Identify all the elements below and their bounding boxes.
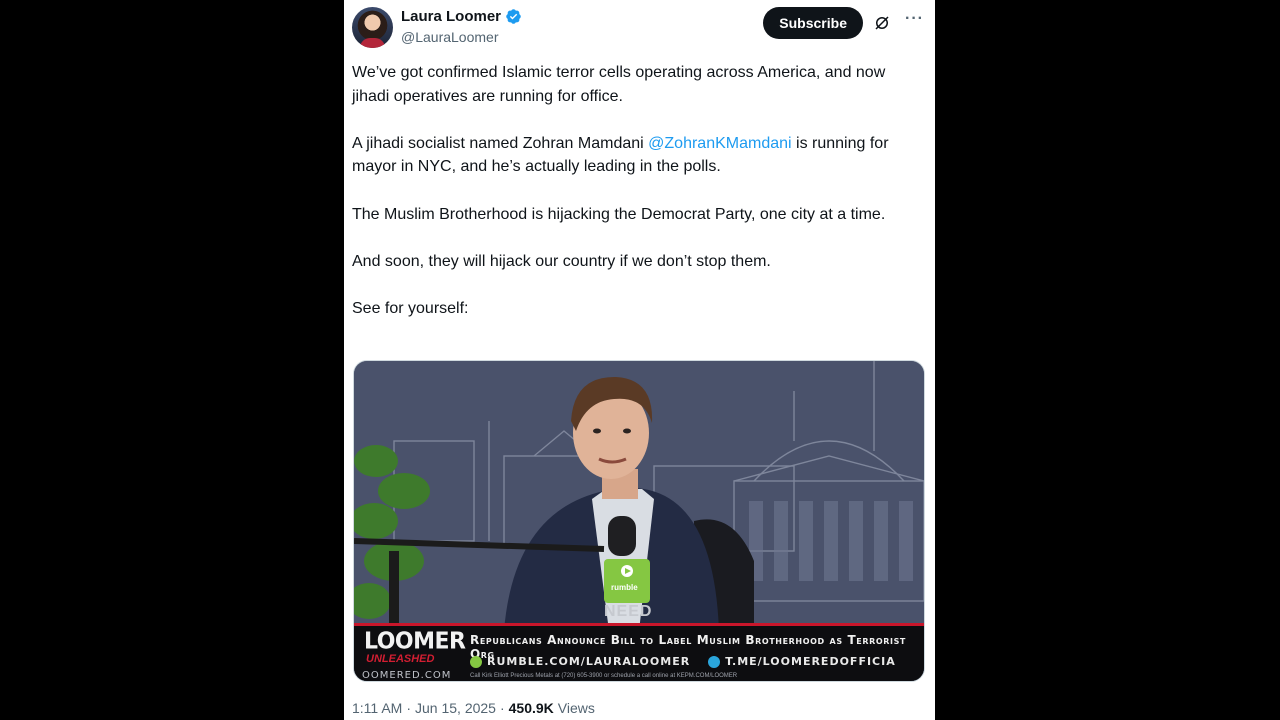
telegram-url-text: T.ME/LOOMEREDOFFICIA [725,655,896,668]
author-name-row: Laura Loomer [401,8,522,25]
url-row: RUMBLE.COM/LAURALOOMER T.ME/LOOMEREDOFFI… [470,655,896,668]
paragraph-text: A jihadi socialist named Zohran Mamdani [352,134,649,152]
verified-badge-icon [506,9,521,24]
grok-icon[interactable] [873,14,891,32]
author-name[interactable]: Laura Loomer [401,8,501,25]
tweet-text: We’ve got confirmed Islamic terror cells… [352,61,922,344]
avatar[interactable] [352,7,393,48]
meta-separator: · [406,700,411,716]
rumble-url-text: RUMBLE.COM/LAURALOOMER [487,655,691,668]
mention-link[interactable]: @ZohranKMamdani [648,135,791,152]
show-brand-sub: UNLEASHED [366,653,435,665]
tweet-paragraph: We’ve got confirmed Islamic terror cells… [352,64,886,105]
video-frame: Laura Loomer @LauraLoomer Subscribe ··· … [0,0,1280,720]
show-brand: LOOMER [364,628,466,655]
rumble-icon [470,655,482,668]
video-media[interactable]: rumble NEED LOOMER UNLEASHED OOMERED.COM… [353,360,925,682]
meta-separator: · [499,700,505,716]
tweet-meta: 1:11 AM · Jun 15, 2025 · 450.9K Views [352,700,595,716]
more-options-icon[interactable]: ··· [905,11,925,32]
news-lower-third: LOOMER UNLEASHED OOMERED.COM Republicans… [354,623,924,681]
rumble-url: RUMBLE.COM/LAURALOOMER [470,655,690,668]
tweet-date[interactable]: Jun 15, 2025 [415,700,496,716]
author-handle[interactable]: @LauraLoomer [401,29,499,45]
subscribe-button[interactable]: Subscribe [763,7,863,39]
telegram-icon [708,655,721,668]
tweet-paragraph: The Muslim Brotherhood is hijacking the … [352,205,886,223]
show-domain: OOMERED.COM [362,670,452,681]
tweet-time[interactable]: 1:11 AM [352,700,402,716]
views-count: 450.9K [508,700,554,716]
lower-third-accent [354,623,924,626]
ad-ticker: Call Kirk Elliott Precious Metals at (72… [470,673,738,679]
tweet-header: Laura Loomer @LauraLoomer Subscribe ··· [352,6,925,50]
tweet-paragraph: See for yourself: [352,299,469,317]
telegram-url: T.ME/LOOMEREDOFFICIA [708,655,896,668]
tweet-card: Laura Loomer @LauraLoomer Subscribe ··· … [344,0,935,720]
tweet-paragraph: And soon, they will hijack our country i… [352,252,771,270]
views-label: Views [557,700,595,716]
desk-text: NEED [604,603,653,620]
tweet-paragraph: A jihadi socialist named Zohran Mamdani … [352,132,922,179]
mic-flag-label: rumble [611,583,638,592]
